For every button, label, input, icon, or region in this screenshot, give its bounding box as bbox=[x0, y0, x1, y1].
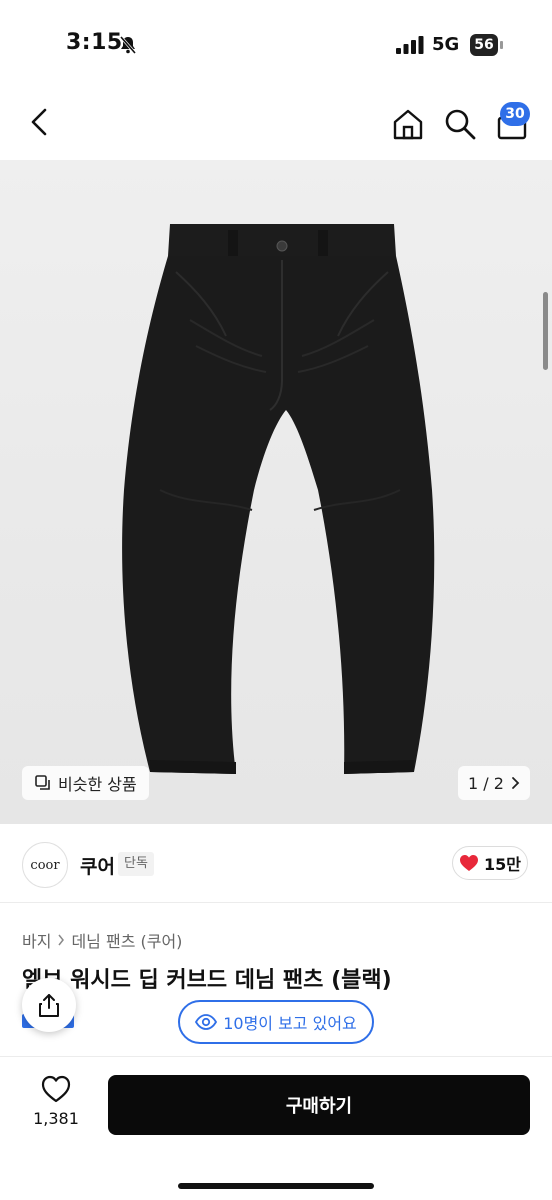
heart-filled-icon bbox=[460, 855, 478, 871]
product-image[interactable] bbox=[0, 160, 552, 824]
viewers-count-text: 10명이 보고 있어요 bbox=[223, 1014, 357, 1033]
battery-level: 56 bbox=[470, 34, 498, 56]
status-time: 3:15 bbox=[66, 30, 123, 55]
image-page-indicator[interactable]: 1 / 2 bbox=[458, 766, 530, 800]
share-icon bbox=[39, 994, 59, 1017]
home-icon[interactable] bbox=[390, 106, 426, 142]
breadcrumb-category[interactable]: 바지 bbox=[22, 928, 51, 952]
signal-icon bbox=[396, 36, 424, 54]
store-row[interactable]: coor 쿠어 단독 15만 bbox=[0, 838, 552, 898]
page-indicator-text: 1 / 2 bbox=[468, 773, 504, 793]
viewers-count-pill[interactable]: 10명이 보고 있어요 bbox=[178, 1000, 374, 1044]
wishlist-count: 1,381 bbox=[33, 1109, 79, 1128]
copy-icon bbox=[35, 775, 50, 790]
product-title: 엘보 워시드 딥 커브드 데님 팬츠 (블랙) bbox=[22, 968, 392, 993]
store-name[interactable]: 쿠어 bbox=[80, 852, 115, 879]
home-indicator[interactable] bbox=[178, 1183, 374, 1189]
search-icon[interactable] bbox=[442, 106, 478, 142]
similar-products-label: 비슷한 상품 bbox=[58, 775, 137, 794]
app-header bbox=[0, 88, 552, 160]
battery-icon: 56 bbox=[470, 34, 503, 56]
divider bbox=[0, 902, 552, 903]
breadcrumb-subcategory[interactable]: 데님 팬츠 (쿠어) bbox=[71, 928, 182, 952]
heart-outline-icon bbox=[41, 1075, 71, 1103]
chevron-right-icon bbox=[58, 934, 65, 946]
jeans-image bbox=[122, 224, 435, 774]
status-bar: 3:15 5G 56 bbox=[0, 0, 552, 88]
bottom-purchase-bar: 1,381 구매하기 bbox=[0, 1056, 552, 1200]
breadcrumb: 바지 데님 팬츠 (쿠어) bbox=[22, 928, 182, 952]
bell-muted-icon bbox=[119, 36, 137, 54]
share-button[interactable] bbox=[22, 978, 76, 1032]
similar-products-button[interactable]: 비슷한 상품 bbox=[22, 766, 149, 800]
back-icon[interactable] bbox=[20, 102, 60, 142]
battery-tip bbox=[500, 41, 503, 49]
store-like-count: 15만 bbox=[484, 855, 521, 874]
eye-icon bbox=[195, 1014, 218, 1030]
exclusive-badge: 단독 bbox=[118, 852, 154, 876]
scroll-thumb[interactable] bbox=[543, 292, 548, 370]
store-like-button[interactable]: 15만 bbox=[452, 846, 528, 880]
cart-count-badge: 30 bbox=[500, 102, 530, 126]
buy-button[interactable]: 구매하기 bbox=[108, 1075, 530, 1135]
wishlist-button[interactable]: 1,381 bbox=[24, 1075, 88, 1147]
store-logo[interactable]: coor bbox=[22, 842, 68, 888]
chevron-right-icon bbox=[512, 777, 520, 789]
network-label: 5G bbox=[432, 34, 460, 55]
